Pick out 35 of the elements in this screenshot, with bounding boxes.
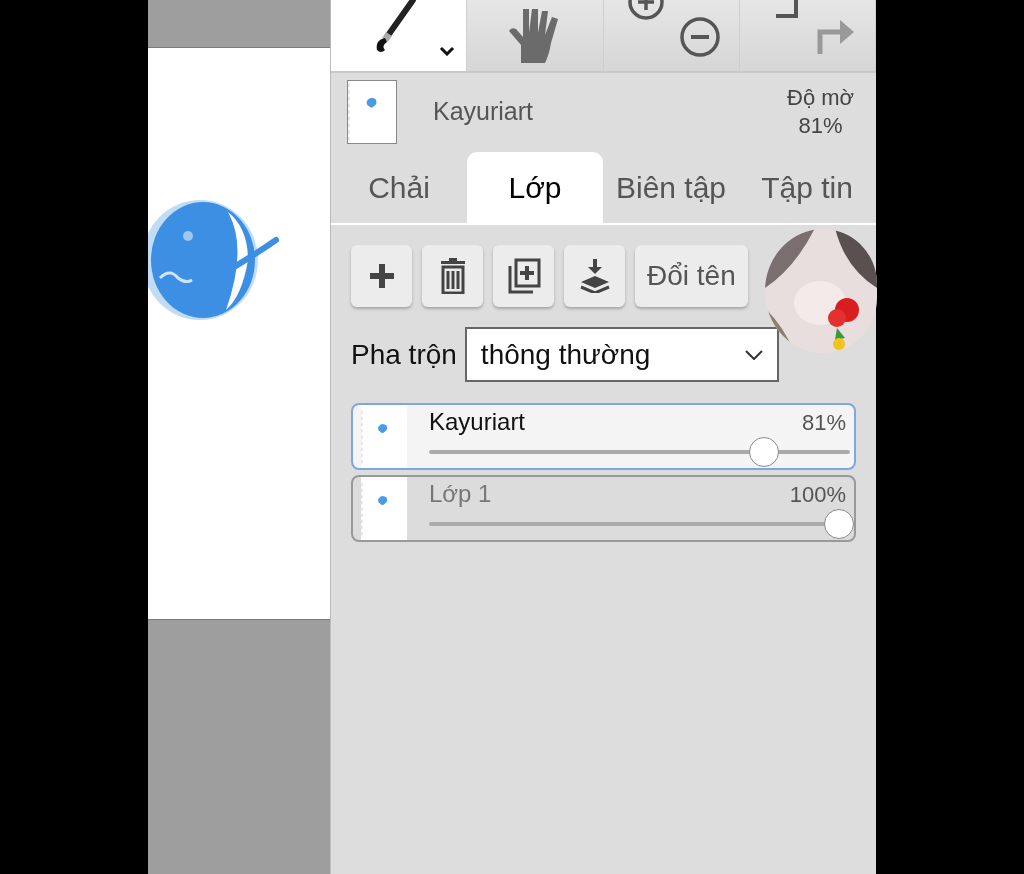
opacity-value: 81% [798, 111, 843, 140]
layer-action-button[interactable] [564, 245, 625, 307]
layer-opacity: 100% [789, 480, 846, 509]
layer-thumbnail [347, 79, 397, 144]
trash-icon [439, 258, 466, 294]
layer-name: Lớp 1 [429, 479, 492, 509]
opacity-label: Độ mờ [787, 83, 854, 112]
rename-button[interactable]: Đổi tên [635, 245, 748, 307]
slider-thumb[interactable] [748, 437, 779, 467]
opacity-slider[interactable] [429, 509, 854, 539]
layer-action-button[interactable] [422, 245, 483, 307]
tool-button[interactable] [603, 0, 740, 71]
caret-icon [439, 46, 455, 56]
zoom-in-icon [625, 0, 666, 20]
tab[interactable]: Tập tin [739, 152, 875, 223]
layer-opacity: 81% [801, 408, 846, 437]
zoom-out-icon [678, 16, 721, 58]
layer-name: Kayuriart [433, 95, 535, 127]
layer-action-button[interactable] [351, 245, 412, 307]
tool-button[interactable] [331, 0, 468, 71]
tab[interactable]: Chải [331, 152, 467, 223]
tab[interactable]: Lớp [467, 152, 603, 223]
undo-icon [773, 0, 800, 20]
layer-row[interactable]: Kayuriart 81% [351, 403, 856, 470]
blend-label: Pha trộn [351, 337, 457, 372]
layer-name: Kayuriart [429, 407, 526, 437]
merge-down-icon [578, 259, 611, 293]
layer-action-button[interactable] [493, 245, 554, 307]
tab[interactable]: Biên tập [603, 152, 739, 223]
duplicate-icon [506, 258, 541, 294]
layer-row[interactable]: Lớp 1 100% [351, 475, 856, 542]
slider-thumb[interactable] [824, 509, 854, 539]
plus-icon [368, 263, 395, 289]
blend-dropdown[interactable]: thông thường [464, 327, 779, 382]
chevron-down-icon [744, 349, 763, 360]
